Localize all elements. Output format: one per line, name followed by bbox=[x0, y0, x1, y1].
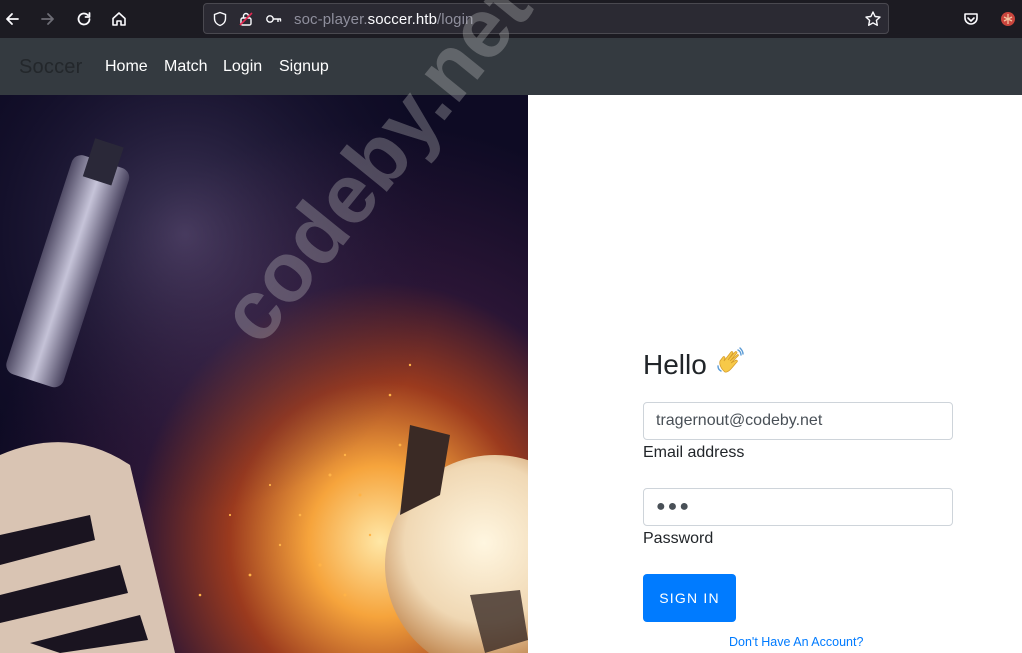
password-input[interactable]: ●●● bbox=[643, 488, 953, 526]
extension-icon[interactable] bbox=[996, 7, 1020, 31]
nav-link-signup[interactable]: Signup bbox=[279, 58, 329, 76]
key-icon[interactable] bbox=[264, 9, 284, 29]
site-navbar: Soccer Home Match Login Signup bbox=[0, 38, 1022, 95]
bookmark-star-icon[interactable] bbox=[863, 9, 883, 29]
sign-in-button[interactable]: SIGN IN bbox=[643, 574, 736, 622]
home-icon[interactable] bbox=[107, 7, 131, 31]
forward-icon[interactable] bbox=[36, 7, 60, 31]
reload-icon[interactable] bbox=[72, 7, 96, 31]
url-bar[interactable]: soc-player.soccer.htb/login bbox=[203, 3, 889, 34]
url-path: /login bbox=[437, 11, 474, 28]
nav-link-match[interactable]: Match bbox=[164, 58, 208, 76]
pocket-icon[interactable] bbox=[959, 7, 983, 31]
email-input[interactable]: tragernout@codeby.net bbox=[643, 402, 953, 440]
insecure-lock-icon[interactable] bbox=[236, 9, 256, 29]
nav-link-home[interactable]: Home bbox=[105, 58, 148, 76]
email-label: Email address bbox=[643, 444, 745, 461]
signup-link[interactable]: Don't Have An Account? bbox=[729, 635, 863, 649]
shield-icon[interactable] bbox=[210, 9, 230, 29]
hero-image bbox=[0, 95, 528, 653]
nav-link-login[interactable]: Login bbox=[223, 58, 262, 76]
greeting-text: Hello bbox=[643, 348, 707, 380]
password-label: Password bbox=[643, 530, 714, 547]
url-text[interactable]: soc-player.soccer.htb/login bbox=[294, 11, 473, 28]
navbar-brand[interactable]: Soccer bbox=[19, 56, 82, 79]
back-icon[interactable] bbox=[0, 7, 24, 31]
browser-toolbar: soc-player.soccer.htb/login bbox=[0, 0, 1022, 38]
url-host: soccer.htb bbox=[367, 11, 438, 28]
waving-hand-icon bbox=[715, 346, 745, 383]
url-prefix: soc-player. bbox=[294, 11, 368, 28]
password-mask: ●●● bbox=[656, 498, 691, 515]
greeting-heading: Hello bbox=[643, 346, 745, 383]
